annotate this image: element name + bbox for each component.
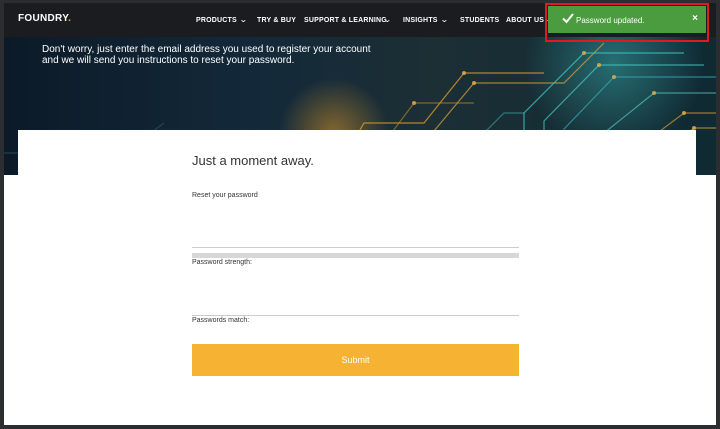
chevron-down-icon[interactable]: ⌄ (239, 15, 248, 24)
page-heading: Just a moment away. (192, 153, 314, 168)
foundry-logo[interactable]: FOUNDRY. (18, 13, 71, 24)
password-strength-label: Password strength: (192, 259, 252, 266)
nav-item-insights[interactable]: INSIGHTS (403, 17, 438, 24)
reset-password-card (18, 130, 696, 425)
nav-item-try-and-buy[interactable]: TRY & BUY (257, 17, 296, 24)
nav-item-support-and-learning[interactable]: SUPPORT & LEARNING (304, 17, 387, 24)
chevron-down-icon[interactable]: ⌄ (440, 15, 449, 24)
confirm-password-field[interactable] (192, 303, 519, 316)
password-strength-bar (192, 253, 519, 258)
passwords-match-label: Passwords match: (192, 317, 250, 324)
hero-intro-text: Don't worry, just enter the email addres… (42, 44, 371, 66)
nav-item-products[interactable]: PRODUCTS (196, 17, 237, 24)
submit-button[interactable]: Submit (192, 344, 519, 376)
nav-item-students[interactable]: STUDENTS (460, 17, 499, 24)
nav-item-about-us[interactable]: ABOUT US (506, 17, 544, 24)
new-password-field[interactable] (192, 235, 519, 248)
reset-password-label: Reset your password (192, 192, 258, 199)
toast-highlight-box (545, 3, 709, 42)
chevron-down-icon[interactable]: ⌄ (383, 15, 392, 24)
browser-window: FOUNDRY. PRODUCTS ⌄ TRY & BUY SUPPORT & … (4, 3, 716, 425)
